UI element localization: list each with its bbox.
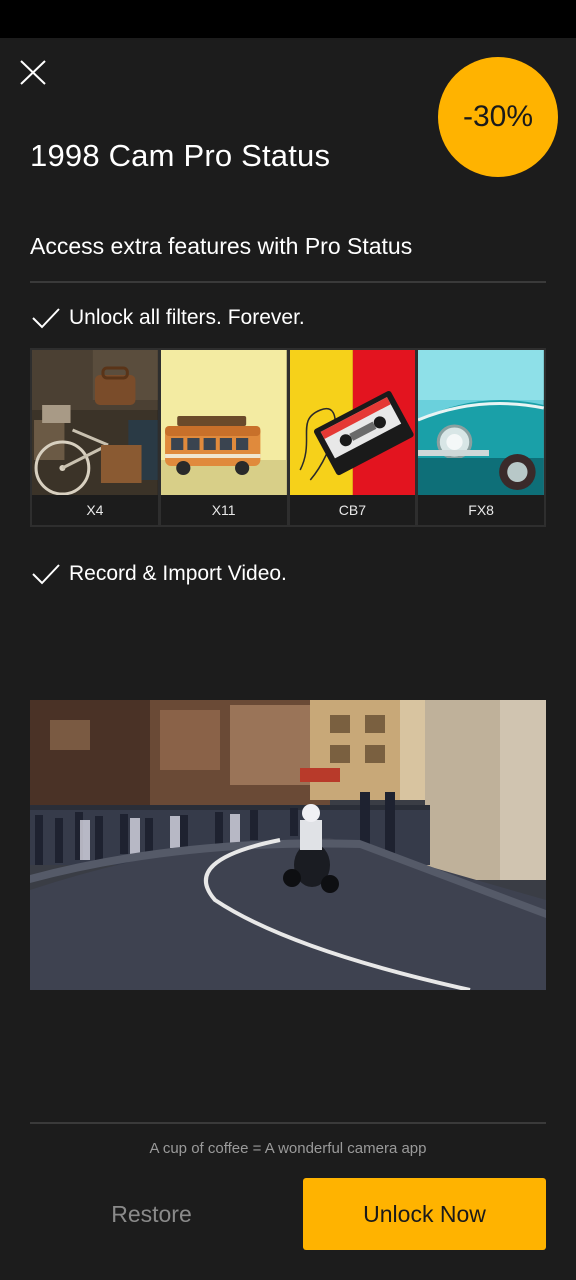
filter-label: X11 <box>211 502 236 518</box>
filter-card-x4[interactable]: X4 <box>32 350 158 525</box>
discount-badge: -30% <box>438 57 558 177</box>
filter-thumbnail <box>289 350 416 495</box>
filter-label: CB7 <box>338 502 366 518</box>
subtitle: Access extra features with Pro Status <box>30 233 413 259</box>
feature-filters: Unlock all filters. Forever. <box>30 305 305 331</box>
checkmark-icon <box>32 564 60 585</box>
filter-label: X4 <box>86 502 104 518</box>
filter-thumbnail <box>160 350 287 495</box>
unlock-now-button[interactable]: Unlock Now <box>303 1178 546 1250</box>
filter-gallery: X4 X11 CB7 FX8 <box>30 348 546 527</box>
tagline: A cup of coffee = A wonderful camera app <box>149 1140 427 1157</box>
filter-thumbnail <box>32 350 158 495</box>
filter-label: FX8 <box>468 502 494 518</box>
divider <box>30 281 546 283</box>
feature-label: Unlock all filters. Forever. <box>69 306 305 329</box>
close-button[interactable] <box>14 56 52 88</box>
page-title: 1998 Cam Pro Status <box>30 138 331 173</box>
status-bar <box>0 0 576 38</box>
filter-card-x11[interactable]: X11 <box>160 350 287 525</box>
filter-card-cb7[interactable]: CB7 <box>289 350 416 525</box>
feature-video: Record & Import Video. <box>30 561 287 587</box>
feature-label: Record & Import Video. <box>69 562 287 585</box>
close-icon <box>20 60 46 85</box>
restore-button[interactable]: Restore <box>30 1178 273 1250</box>
filter-thumbnail <box>418 350 544 495</box>
filter-card-fx8[interactable]: FX8 <box>418 350 544 525</box>
divider <box>30 1122 546 1124</box>
checkmark-icon <box>32 308 60 329</box>
video-preview <box>30 700 546 990</box>
